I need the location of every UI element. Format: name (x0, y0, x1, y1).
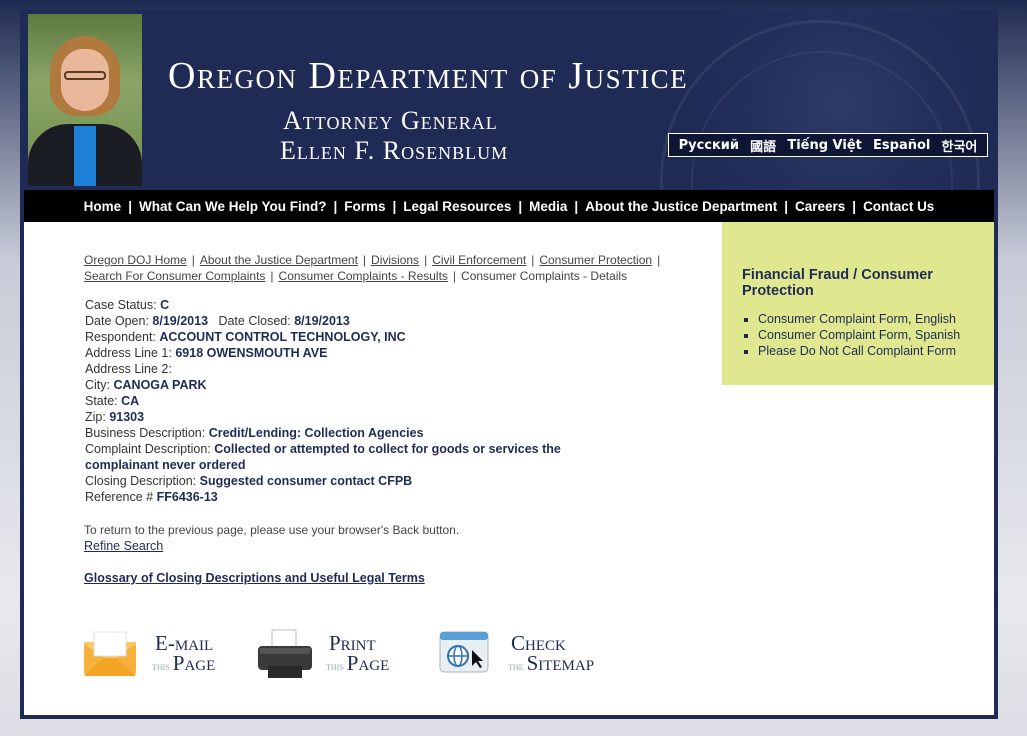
nav-home[interactable]: Home (84, 199, 122, 214)
address1-value: 6918 OWENSMOUTH AVE (175, 346, 328, 360)
breadcrumb-link[interactable]: Consumer Complaints - Results (279, 269, 448, 283)
field-label: Address Line 2: (85, 362, 172, 376)
nav-careers[interactable]: Careers (795, 199, 845, 214)
lang-korean[interactable]: 한국어 (942, 136, 978, 155)
main-content: Oregon DOJ Home | About the Justice Depart… (24, 222, 994, 715)
nav-forms[interactable]: Forms (344, 199, 385, 214)
main-nav: Home | What Can We Help You Find? | Forms |… (24, 190, 994, 222)
sidebar-link-complaint-english[interactable]: Consumer Complaint Form, English (758, 311, 960, 327)
state-value: CA (121, 394, 140, 408)
state-seal-watermark (660, 20, 980, 190)
email-small: this (152, 658, 170, 673)
sitemap-label-2: Sitemap (526, 650, 595, 675)
site-header: Oregon Department of Justice Attorney Ge… (20, 10, 998, 190)
breadcrumb-link[interactable]: Oregon DOJ Home (84, 253, 187, 267)
breadcrumb-link[interactable]: Search For Consumer Complaints (84, 269, 265, 283)
lang-russian[interactable]: Русский (679, 138, 739, 153)
refine-search-link[interactable]: Refine Search (84, 539, 163, 553)
print-label: Print (329, 630, 376, 655)
envelope-icon (82, 628, 138, 680)
complaint-details: Case Status: C Date Open: 8/19/2013 Date… (85, 297, 605, 505)
field-label: City: (85, 378, 110, 392)
field-label: Zip: (85, 410, 106, 424)
sitemap-small: the (508, 658, 524, 673)
respondent-value: ACCOUNT CONTROL TECHNOLOGY, INC (159, 330, 406, 344)
field-label: Date Closed: (218, 314, 291, 328)
email-page-button[interactable]: E-mail this Page (82, 624, 215, 684)
breadcrumb: Oregon DOJ Home | About the Justice Depart… (84, 253, 661, 283)
field-label: Case Status: (85, 298, 157, 312)
field-label: Reference # (85, 490, 154, 504)
nav-about[interactable]: About the Justice Department (585, 199, 777, 214)
sidebar-links: Consumer Complaint Form, English Consume… (758, 311, 960, 359)
email-label: E-mail (155, 630, 214, 655)
back-note: To return to the previous page, please u… (84, 523, 460, 537)
sitemap-label: Check (511, 630, 566, 655)
email-label-2: Page (172, 650, 216, 675)
breadcrumb-link[interactable]: About the Justice Department (200, 253, 358, 267)
sidebar-title: Financial Fraud / Consumer Protection (742, 267, 933, 299)
page-frame: Oregon Department of Justice Attorney Ge… (20, 10, 998, 719)
nav-legal-resources[interactable]: Legal Resources (403, 199, 511, 214)
field-label: Date Open: (85, 314, 149, 328)
ag-name: Ellen F. Rosenblum (280, 136, 509, 165)
nav-help[interactable]: What Can We Help You Find? (139, 199, 327, 214)
reference-value: FF6436-13 (156, 490, 218, 504)
business-value: Credit/Lending: Collection Agencies (208, 426, 424, 440)
field-label: Complaint Description: (85, 442, 211, 456)
lang-vietnamese[interactable]: Tiếng Việt (787, 138, 862, 153)
print-small: this (326, 658, 344, 673)
breadcrumb-link[interactable]: Divisions (371, 253, 419, 267)
field-label: Respondent: (85, 330, 156, 344)
language-bar: Русский 國語 Tiếng Việt Español 한국어 (668, 133, 988, 157)
printer-icon (256, 628, 312, 680)
breadcrumb-current: Consumer Complaints - Details (461, 269, 628, 283)
sitemap-button[interactable]: Check the Sitemap (438, 624, 594, 684)
nav-media[interactable]: Media (529, 199, 567, 214)
zip-value: 91303 (109, 410, 145, 424)
lang-chinese[interactable]: 國語 (750, 136, 776, 155)
breadcrumb-link[interactable]: Consumer Protection (539, 253, 652, 267)
date-open-value: 8/19/2013 (152, 314, 209, 328)
breadcrumb-link[interactable]: Civil Enforcement (432, 253, 526, 267)
closing-value: Suggested consumer contact CFPB (199, 474, 413, 488)
sidebar: Financial Fraud / Consumer Protection Co… (722, 222, 994, 385)
print-page-button[interactable]: Print this Page (256, 624, 389, 684)
date-closed-value: 8/19/2013 (294, 314, 350, 328)
city-value: CANOGA PARK (113, 378, 207, 392)
sitemap-icon (438, 628, 494, 680)
field-label: Closing Description: (85, 474, 197, 488)
field-label: Business Description: (85, 426, 206, 440)
sidebar-link-complaint-spanish[interactable]: Consumer Complaint Form, Spanish (758, 327, 960, 343)
lang-spanish[interactable]: Español (873, 138, 930, 153)
org-title[interactable]: Oregon Department of Justice (168, 54, 688, 98)
nav-contact[interactable]: Contact Us (863, 199, 934, 214)
attorney-general-portrait (28, 14, 142, 186)
field-label: Address Line 1: (85, 346, 172, 360)
print-label-2: Page (346, 650, 390, 675)
ag-title: Attorney General (283, 106, 498, 135)
sidebar-link-do-not-call[interactable]: Please Do Not Call Complaint Form (758, 343, 960, 359)
field-label: State: (85, 394, 118, 408)
case-status-value: C (160, 298, 170, 312)
glossary-link[interactable]: Glossary of Closing Descriptions and Use… (84, 571, 425, 585)
